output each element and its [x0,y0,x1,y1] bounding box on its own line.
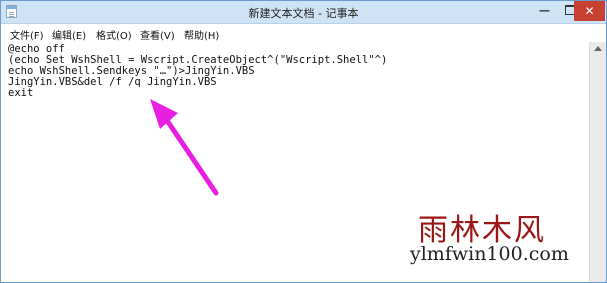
arrow-shaft [161,113,219,196]
arrow-head [150,99,178,129]
watermark-url: ylmfwin100.com [410,243,569,265]
